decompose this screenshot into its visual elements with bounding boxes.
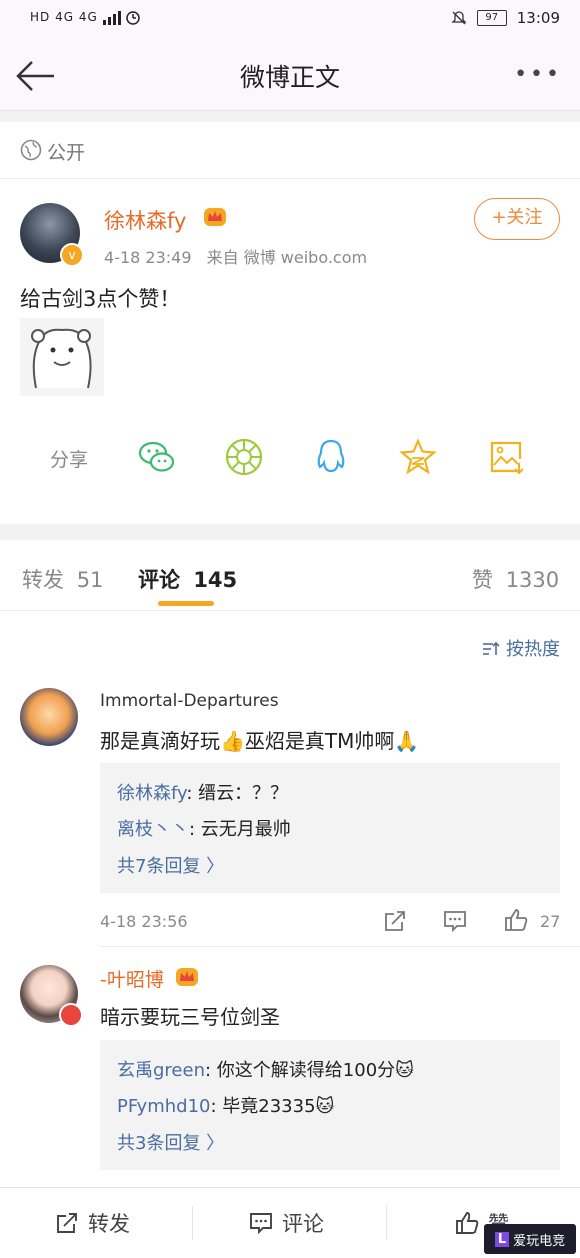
status-bar: HD 4G 4G 97 13:09	[0, 0, 580, 40]
comment-avatar[interactable]	[20, 688, 78, 746]
comment-label: 评论	[282, 1212, 324, 1236]
bottom-action-bar: 转发 评论 赞 L 爱玩电竞	[0, 1187, 580, 1258]
post-text: 给古剑3点个赞！	[20, 287, 181, 311]
reply-author[interactable]: 离枝丶丶	[117, 819, 189, 840]
repost-label: 转发	[88, 1212, 130, 1236]
reply-text: : 缙云：？？	[186, 783, 289, 804]
tab-likes[interactable]: 赞 1330	[472, 564, 559, 594]
verified-badge-icon: v	[60, 243, 84, 267]
qzone-icon[interactable]	[398, 437, 438, 477]
repost-icon	[57, 1213, 77, 1233]
sticker-image[interactable]	[20, 318, 104, 396]
author-name[interactable]: 徐林森fy	[104, 205, 186, 235]
repost-icon[interactable]	[382, 908, 408, 934]
more-replies-link[interactable]: 共3条回复 〉	[117, 1129, 224, 1155]
comment-icon[interactable]	[442, 908, 468, 934]
tab-repost[interactable]: 转发 51	[22, 564, 103, 594]
tab-likes-label: 赞	[472, 568, 493, 592]
comment-divider	[100, 946, 580, 947]
save-image-icon[interactable]	[486, 437, 526, 477]
like-icon[interactable]	[503, 907, 529, 933]
watermark-mark-icon: L	[494, 1231, 510, 1247]
tab-comments-count: 145	[193, 568, 238, 592]
moments-icon[interactable]	[224, 437, 264, 477]
follow-button[interactable]: +关注	[474, 198, 560, 240]
post-source: 来自 微博 weibo.com	[206, 248, 368, 267]
sort-toggle[interactable]: 按热度	[482, 635, 560, 661]
comment-like-count: 27	[540, 912, 561, 931]
signal-icon	[102, 10, 140, 25]
reply-preview[interactable]: 徐林森fy: 缙云：？？ 离枝丶丶: 云无月最帅 共7条回复 〉	[100, 763, 560, 893]
wechat-icon[interactable]	[137, 437, 177, 477]
comment-icon	[250, 1213, 272, 1235]
post-time: 4-18 23:49	[104, 248, 192, 267]
reply-item: 徐林森fy: 缙云：？？	[117, 779, 288, 805]
reply-author[interactable]: 徐林森fy	[117, 783, 186, 804]
signal-indicators: HD 4G 4G	[30, 10, 143, 25]
reply-item: PFymhd10: 毕竟23335🐱	[117, 1092, 334, 1118]
share-label: 分享	[50, 449, 89, 471]
battery-indicator: 97	[476, 10, 507, 26]
active-tab-indicator	[158, 601, 214, 606]
comment-text: 那是真滴好玩👍巫炤是真TM帅啊🙏	[100, 729, 420, 753]
tab-comments[interactable]: 评论 145	[138, 564, 237, 594]
mute-icon	[451, 11, 467, 25]
tab-repost-label: 转发	[22, 568, 64, 592]
page-title: 微博正文	[239, 63, 340, 92]
more-replies-link[interactable]: 共7条回复 〉	[117, 852, 224, 878]
bar-divider	[192, 1206, 193, 1240]
qq-icon[interactable]	[311, 437, 351, 477]
more-options-button[interactable]: •••	[514, 62, 562, 87]
section-divider	[0, 111, 580, 122]
member-badge-icon	[59, 1003, 83, 1027]
comment-author[interactable]: -叶昭博	[100, 965, 164, 992]
comment-time: 4-18 23:56	[100, 912, 188, 931]
sort-icon	[483, 641, 500, 655]
like-icon	[456, 1212, 479, 1234]
network-status-text: HD 4G 4G	[30, 10, 98, 24]
reply-author[interactable]: 玄禹green	[117, 1060, 205, 1081]
section-divider	[0, 524, 580, 540]
top-nav-bar: 微博正文 •••	[0, 40, 580, 111]
reply-text: : 云无月最帅	[189, 819, 291, 840]
reply-item: 离枝丶丶: 云无月最帅	[117, 815, 291, 841]
sort-label: 按热度	[506, 639, 560, 660]
status-right: 97 13:09	[451, 9, 560, 27]
vip-crown-icon	[204, 208, 226, 226]
vip-crown-icon	[176, 968, 198, 986]
reply-preview[interactable]: 玄禹green: 你这个解读得给100分🐱 PFymhd10: 毕竟23335🐱…	[100, 1040, 560, 1170]
reply-item: 玄禹green: 你这个解读得给100分🐱	[117, 1056, 414, 1082]
reply-text: : 你这个解读得给100分🐱	[205, 1060, 414, 1081]
reply-text: : 毕竟23335🐱	[210, 1096, 335, 1117]
comment-author[interactable]: Immortal-Departures	[100, 691, 279, 711]
visibility-row: 公开	[0, 122, 580, 179]
tab-comments-label: 评论	[138, 568, 180, 592]
comment-text: 暗示要玩三号位剑圣	[100, 1005, 280, 1029]
interaction-tabs: 转发 51 评论 145 赞 1330	[0, 540, 580, 611]
globe-icon	[20, 139, 42, 161]
watermark-logo: L 爱玩电竞	[484, 1224, 576, 1254]
tab-repost-count: 51	[76, 568, 104, 592]
comment-button[interactable]: 评论	[248, 1208, 324, 1238]
tab-likes-count: 1330	[505, 568, 560, 592]
clock: 13:09	[516, 9, 560, 27]
repost-button[interactable]: 转发	[54, 1208, 130, 1238]
bar-divider	[386, 1206, 387, 1240]
watermark-text: 爱玩电竞	[513, 1233, 566, 1249]
reply-author[interactable]: PFymhd10	[117, 1096, 210, 1117]
visibility-label: 公开	[47, 142, 86, 164]
post-meta: 4-18 23:49 来自 微博 weibo.com	[104, 244, 367, 268]
